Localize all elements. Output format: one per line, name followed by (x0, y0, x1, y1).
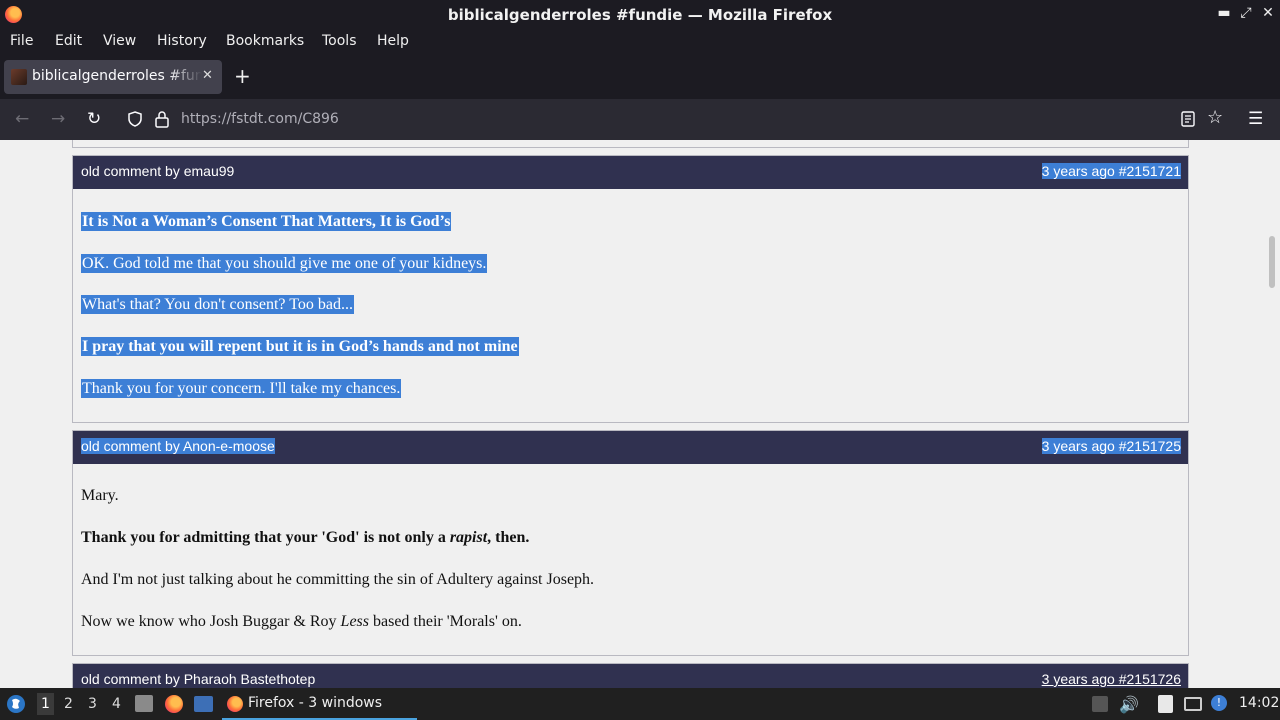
firefox-launcher-icon[interactable] (165, 695, 183, 713)
menu-edit[interactable]: Edit (55, 33, 82, 49)
url-bar[interactable]: https://fstdt.com/C896 ☆ (120, 103, 1240, 135)
menu-view[interactable]: View (103, 33, 136, 49)
clipboard-icon[interactable] (1158, 695, 1173, 713)
comment-card: old comment by Anon-e-moose 3 years ago … (72, 430, 1189, 656)
comment-header: old comment by Pharaoh Bastethotep 3 yea… (73, 664, 1188, 688)
url-text[interactable]: https://fstdt.com/C896 (181, 111, 339, 127)
comment-line: Thank you for admitting that your 'God' … (81, 529, 530, 546)
scrollbar-thumb[interactable] (1269, 236, 1275, 288)
menu-help[interactable]: Help (377, 33, 409, 49)
tracking-shield-icon[interactable] (127, 111, 143, 127)
tab-active[interactable]: biblicalgenderroles #fundie ✕ (4, 60, 222, 94)
lock-icon[interactable] (154, 110, 170, 128)
workspace-2[interactable]: 2 (64, 696, 73, 712)
reader-view-icon[interactable] (1181, 111, 1195, 127)
file-manager-icon[interactable] (135, 695, 153, 712)
bookmark-star-icon[interactable]: ☆ (1207, 107, 1223, 128)
menu-bookmarks[interactable]: Bookmarks (226, 33, 304, 49)
comment-line: It is Not a Woman’s Consent That Matters… (81, 212, 452, 231)
comment-card: old comment by Pharaoh Bastethotep 3 yea… (72, 663, 1189, 688)
volume-icon[interactable]: 🔊 (1119, 695, 1139, 714)
scrollbar[interactable] (1264, 140, 1280, 688)
close-window-icon[interactable]: ✕ (1260, 5, 1276, 21)
window-title: biblicalgenderroles #fundie — Mozilla Fi… (447, 6, 833, 24)
clock: 14:02 (1239, 695, 1280, 711)
comment-line: And I'm not just talking about he commit… (81, 571, 595, 588)
comment-meta[interactable]: 3 years ago #2151726 (1042, 671, 1181, 687)
menu-file[interactable]: File (10, 33, 33, 49)
comment-line: Thank you for your concern. I'll take my… (81, 379, 402, 398)
taskbar-window-button[interactable]: Firefox - 3 windows (222, 688, 417, 720)
site-favicon-icon (11, 69, 27, 85)
hamburger-menu-icon[interactable]: ☰ (1248, 109, 1263, 129)
menu-history[interactable]: History (157, 33, 207, 49)
comment-line: Mary. (81, 487, 119, 504)
workspace-3[interactable]: 3 (88, 696, 97, 712)
workspace-1[interactable]: 1 (37, 693, 54, 715)
tab-label: biblicalgenderroles #fundie (32, 68, 202, 84)
reload-icon[interactable]: ↻ (87, 109, 101, 129)
comment-line: I pray that you will repent but it is in… (81, 337, 519, 356)
comment-card: old comment by emau99 3 years ago #21517… (72, 155, 1189, 423)
taskbar: 1 2 3 4 Firefox - 3 windows 🔊 ! 14:02 (0, 688, 1280, 720)
minimize-icon[interactable]: ▬ (1216, 5, 1232, 21)
menu-bar: File Edit View History Bookmarks Tools H… (0, 29, 1280, 54)
firefox-window-icon (227, 696, 243, 712)
comment-line: OK. God told me that you should give me … (81, 254, 488, 273)
taskbar-window-label: Firefox - 3 windows (248, 695, 383, 711)
back-arrow-icon[interactable]: ← (15, 109, 29, 129)
comment-meta[interactable]: 3 years ago #2151721 (1041, 163, 1181, 179)
comment-line: What's that? You don't consent? Too bad.… (81, 295, 354, 314)
tray-up-icon[interactable] (1092, 696, 1108, 712)
tab-close-icon[interactable]: ✕ (202, 68, 213, 83)
desktop-icon[interactable] (194, 696, 213, 712)
comment-author[interactable]: old comment by emau99 (81, 163, 234, 179)
comment-header: old comment by emau99 3 years ago #21517… (73, 156, 1188, 189)
window-titlebar: biblicalgenderroles #fundie — Mozilla Fi… (0, 0, 1280, 29)
maximize-icon[interactable]: ⤢ (1238, 5, 1254, 21)
previous-card-bottom (72, 140, 1189, 148)
menu-tools[interactable]: Tools (322, 33, 357, 49)
forward-arrow-icon[interactable]: → (51, 109, 65, 129)
comment-line: Now we know who Josh Buggar & Roy Less b… (81, 613, 522, 630)
navigation-toolbar: ← → ↻ https://fstdt.com/C896 ☆ ☰ (0, 99, 1280, 140)
workspace-4[interactable]: 4 (112, 696, 121, 712)
comment-header: old comment by Anon-e-moose 3 years ago … (73, 431, 1188, 464)
new-tab-button[interactable]: + (234, 64, 251, 88)
comment-author[interactable]: old comment by Anon-e-moose (81, 438, 275, 454)
network-icon[interactable] (1184, 697, 1202, 711)
comment-meta[interactable]: 3 years ago #2151725 (1041, 438, 1181, 454)
start-menu-icon[interactable] (6, 694, 26, 714)
comment-author[interactable]: old comment by Pharaoh Bastethotep (81, 671, 315, 687)
page-viewport: old comment by emau99 3 years ago #21517… (0, 140, 1280, 688)
notification-icon[interactable]: ! (1211, 695, 1227, 711)
tab-bar: biblicalgenderroles #fundie ✕ + (0, 56, 1280, 99)
